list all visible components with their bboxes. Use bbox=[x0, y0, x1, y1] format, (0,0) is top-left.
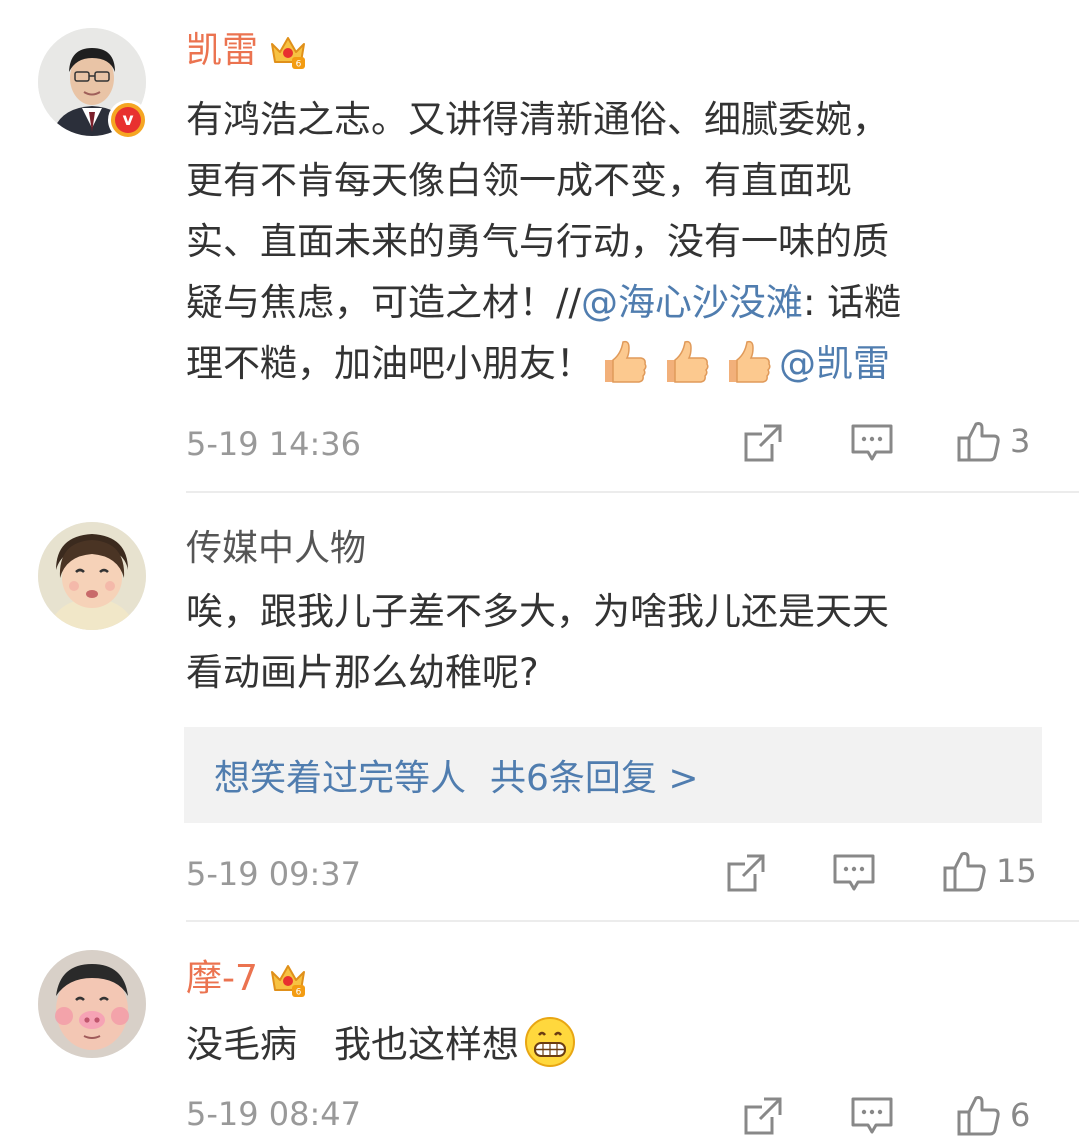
like-button[interactable]: 6 bbox=[956, 1092, 1030, 1138]
vip-crown-icon: 6 bbox=[270, 965, 305, 998]
view-replies-link[interactable]: 共6条回复 > bbox=[490, 749, 699, 801]
replies-preview[interactable]: 想笑着过完等人 共6条回复 > bbox=[184, 727, 1042, 823]
like-count: 3 bbox=[1010, 422, 1031, 460]
comment-timestamp: 5-19 09:37 bbox=[186, 855, 362, 893]
like-count: 15 bbox=[996, 852, 1037, 890]
comment-timestamp: 5-19 08:47 bbox=[186, 1095, 362, 1133]
reply-username[interactable]: 想笑着过完等人 bbox=[214, 749, 466, 801]
username-text[interactable]: 传媒中人物 bbox=[186, 526, 366, 572]
comment-icon bbox=[833, 854, 875, 891]
line-text: 没毛病 我也这样想 bbox=[186, 1023, 519, 1066]
divider bbox=[186, 920, 1079, 922]
thumbs-up-icon bbox=[957, 422, 1000, 462]
comment-line: 疑与焦虑，可造之材！//@海心沙没滩: 话糙 bbox=[186, 272, 901, 333]
vip-crown-icon: 6 bbox=[271, 37, 306, 70]
line-text: 疑与焦虑，可造之材！// bbox=[186, 281, 581, 324]
share-icon bbox=[727, 854, 765, 892]
line-text: 理不糙，加油吧小朋友！ bbox=[186, 342, 593, 385]
verified-v-icon: v bbox=[115, 107, 141, 133]
verified-badge: v bbox=[108, 100, 148, 140]
comment-button[interactable] bbox=[850, 422, 894, 464]
username[interactable]: 摩-7 6 bbox=[186, 956, 308, 1002]
comment-text: 没毛病 我也这样想 bbox=[186, 1014, 577, 1075]
comment-line: 唉，跟我儿子差不多大，为啥我儿还是天天 bbox=[186, 590, 889, 633]
comment-feed: v 凯雷 6 有鸿浩之志。又讲得清新通俗、细腻委婉， 更有不肯每天像白领一成不变… bbox=[0, 0, 1079, 1136]
grinning-emoji-icon bbox=[525, 1017, 575, 1067]
like-button[interactable]: 3 bbox=[956, 418, 1030, 464]
comment-line: 看动画片那么幼稚呢? bbox=[186, 651, 539, 694]
username-text[interactable]: 凯雷 bbox=[186, 28, 258, 74]
svg-text:6: 6 bbox=[296, 988, 302, 998]
share-icon bbox=[744, 424, 782, 462]
comment-timestamp: 5-19 14:36 bbox=[186, 425, 362, 463]
comment-text: 唉，跟我儿子差不多大，为啥我儿还是天天 看动画片那么幼稚呢? bbox=[186, 581, 889, 703]
share-icon bbox=[744, 1097, 782, 1135]
username-text[interactable]: 摩-7 bbox=[186, 956, 258, 1002]
comment-icon bbox=[851, 424, 893, 461]
svg-text:6: 6 bbox=[296, 60, 302, 70]
thumbs-up-icon bbox=[957, 1096, 1000, 1136]
comment-button[interactable] bbox=[850, 1095, 894, 1137]
comment-text: 有鸿浩之志。又讲得清新通俗、细腻委婉， 更有不肯每天像白领一成不变，有直面现 实… bbox=[186, 89, 901, 394]
divider bbox=[186, 491, 1079, 493]
comment-line: 理不糙，加油吧小朋友！ @凯雷 bbox=[186, 333, 901, 394]
like-button[interactable]: 15 bbox=[942, 848, 1037, 894]
thumbs-up-emoji-icon bbox=[729, 340, 771, 383]
thumbs-up-emoji-icon bbox=[605, 340, 647, 383]
line-text: : 话糙 bbox=[802, 281, 902, 324]
comment-line: 有鸿浩之志。又讲得清新通俗、细腻委婉， bbox=[186, 98, 889, 141]
thumbs-up-emoji-icon bbox=[667, 340, 709, 383]
username[interactable]: 传媒中人物 bbox=[186, 526, 366, 572]
mention-link[interactable]: @海心沙没滩 bbox=[581, 281, 803, 324]
comment-line: 更有不肯每天像白领一成不变，有直面现 bbox=[186, 159, 852, 202]
avatar[interactable] bbox=[38, 950, 146, 1058]
username[interactable]: 凯雷 6 bbox=[186, 28, 308, 74]
share-button[interactable] bbox=[742, 1095, 784, 1137]
share-button[interactable] bbox=[725, 852, 767, 894]
thumbs-up-icon bbox=[943, 852, 986, 892]
like-count: 6 bbox=[1010, 1096, 1031, 1134]
mention-link[interactable]: @凯雷 bbox=[779, 342, 890, 385]
comment-icon bbox=[851, 1097, 893, 1134]
comment-button[interactable] bbox=[832, 852, 876, 894]
comment-line: 没毛病 我也这样想 bbox=[186, 1014, 577, 1075]
comment-line: 实、直面未来的勇气与行动，没有一味的质 bbox=[186, 220, 889, 263]
share-button[interactable] bbox=[742, 422, 784, 464]
avatar[interactable] bbox=[38, 522, 146, 630]
